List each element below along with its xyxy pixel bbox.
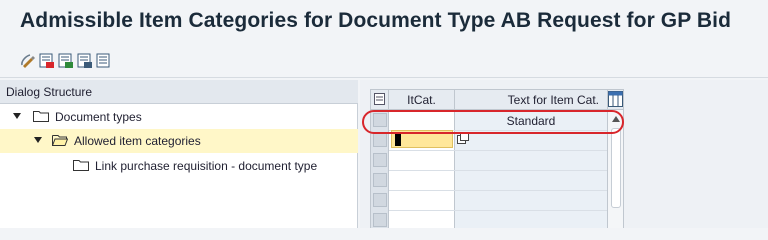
new-entries-icon[interactable] [39,53,55,69]
tree-node-document-types[interactable]: Document types [0,105,358,129]
select-all-icon [374,93,385,105]
open-folder-icon [52,135,68,146]
title-bar: Admissible Item Categories for Document … [0,0,768,46]
column-header-itcat[interactable]: ItCat. [389,90,455,110]
row-selector[interactable] [373,193,387,207]
text-cursor [395,133,401,146]
select-all-button[interactable] [371,90,389,110]
row-divider [389,190,607,191]
application-toolbar [0,46,768,78]
undo-change-icon[interactable] [96,53,112,69]
dialog-structure-title: Dialog Structure [6,85,93,99]
tree-label: Allowed item categories [74,134,201,148]
scroll-thumb[interactable] [611,128,621,208]
dialog-structure-header: Dialog Structure [0,80,358,104]
expand-arrow-icon[interactable] [34,137,42,143]
tree-label: Link purchase requisition - document typ… [95,159,318,173]
highlight-annotation [362,110,624,134]
change-display-icon[interactable] [20,53,36,69]
row-selector[interactable] [373,173,387,187]
folder-icon [33,111,49,122]
folder-icon [73,160,89,171]
row-divider [389,150,607,151]
row-divider [389,210,607,211]
row-selector[interactable] [373,133,387,147]
copy-as-icon[interactable] [58,53,74,69]
tree-label: Document types [55,110,142,124]
delete-icon[interactable] [77,53,93,69]
sap-window: { "window": { "title": "Admissible Item … [0,0,768,228]
page-title: Admissible Item Categories for Document … [20,9,732,32]
table-header: ItCat. Text for Item Cat. [371,90,623,110]
row-selector[interactable] [373,213,387,227]
row-selector[interactable] [373,153,387,167]
row-divider [389,170,607,171]
expand-arrow-icon[interactable] [13,113,21,119]
tree-node-allowed-item-categories[interactable]: Allowed item categories [0,129,358,153]
column-header-text[interactable]: Text for Item Cat. [455,90,608,110]
table-settings-icon[interactable] [608,91,623,107]
dialog-structure-panel: Dialog Structure Document types Allowed … [0,80,358,228]
tree-node-link-purchase-requisition[interactable]: Link purchase requisition - document typ… [0,154,358,178]
